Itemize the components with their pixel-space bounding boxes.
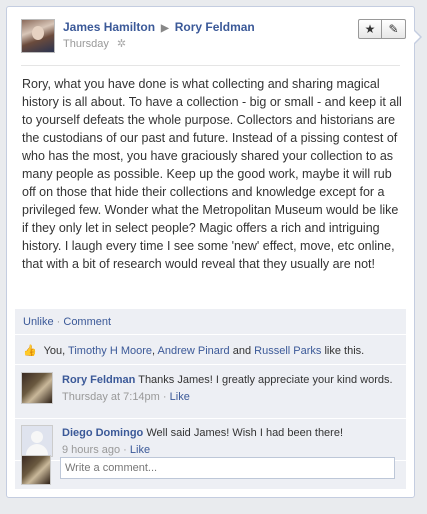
action-separator: · bbox=[56, 316, 61, 328]
star-icon: ★ bbox=[364, 22, 376, 36]
story-card: James Hamilton ▶ Rory Feldman Thursday ✲ ★ … bbox=[6, 6, 422, 498]
comment-link[interactable]: Comment bbox=[63, 316, 111, 328]
likes-suffix: like this. bbox=[324, 345, 365, 357]
comment-like-link[interactable]: Like bbox=[170, 391, 190, 403]
likes-and: and bbox=[232, 345, 252, 357]
comment-text: Thanks James! I greatly appreciate your … bbox=[138, 374, 393, 386]
privacy-gear-icon[interactable]: ✲ bbox=[117, 38, 126, 50]
comment-time[interactable]: Thursday at 7:14pm bbox=[62, 391, 160, 403]
story-actions: ★ ✎ bbox=[358, 19, 406, 39]
likes-sentence: 👍 You, Timothy H Moore, Andrew Pinard an… bbox=[15, 337, 406, 365]
story-actors: James Hamilton ▶ Rory Feldman bbox=[63, 20, 255, 34]
liker-link[interactable]: Timothy H Moore bbox=[68, 345, 152, 357]
commenter-avatar[interactable] bbox=[21, 372, 53, 404]
comment-content: Rory Feldman Thanks James! I greatly app… bbox=[62, 373, 400, 404]
card-pointer bbox=[413, 29, 422, 45]
viewer-avatar bbox=[21, 455, 51, 485]
feedback-section: Unlike · Comment 👍 You, Timothy H Moore,… bbox=[15, 309, 406, 489]
timestamp-link[interactable]: Thursday bbox=[63, 38, 109, 50]
author-link[interactable]: James Hamilton bbox=[63, 20, 155, 34]
comment-text: Well said James! Wish I had been there! bbox=[146, 427, 344, 439]
story-header: James Hamilton ▶ Rory Feldman Thursday ✲ ★ … bbox=[21, 19, 406, 61]
comment-item: Rory Feldman Thanks James! I greatly app… bbox=[15, 366, 406, 419]
comment-input[interactable]: Write a comment... bbox=[60, 457, 395, 479]
likes-comma: , bbox=[152, 345, 156, 357]
pencil-icon: ✎ bbox=[388, 22, 399, 36]
author-avatar[interactable] bbox=[21, 19, 55, 53]
arrow-icon: ▶ bbox=[161, 23, 169, 34]
action-links: Unlike · Comment bbox=[15, 309, 406, 335]
meta-separator: · bbox=[162, 391, 167, 403]
post-body: Rory, what you have done is what collect… bbox=[22, 77, 402, 271]
story-timestamp: Thursday ✲ bbox=[63, 37, 126, 50]
liker-link[interactable]: Andrew Pinard bbox=[158, 345, 230, 357]
edit-button[interactable]: ✎ bbox=[382, 19, 406, 39]
commenter-name[interactable]: Rory Feldman bbox=[62, 374, 135, 386]
unlike-link[interactable]: Unlike bbox=[23, 316, 54, 328]
recipient-link[interactable]: Rory Feldman bbox=[175, 20, 255, 34]
comment-meta: Thursday at 7:14pm · Like bbox=[62, 390, 400, 404]
commenter-name[interactable]: Diego Domingo bbox=[62, 427, 143, 439]
star-button[interactable]: ★ bbox=[358, 19, 382, 39]
thumbs-up-icon: 👍 bbox=[23, 345, 37, 357]
header-divider bbox=[21, 65, 400, 66]
likes-you: You, bbox=[43, 345, 66, 357]
comment-composer: Write a comment... bbox=[15, 451, 406, 489]
liker-link[interactable]: Russell Parks bbox=[254, 345, 321, 357]
